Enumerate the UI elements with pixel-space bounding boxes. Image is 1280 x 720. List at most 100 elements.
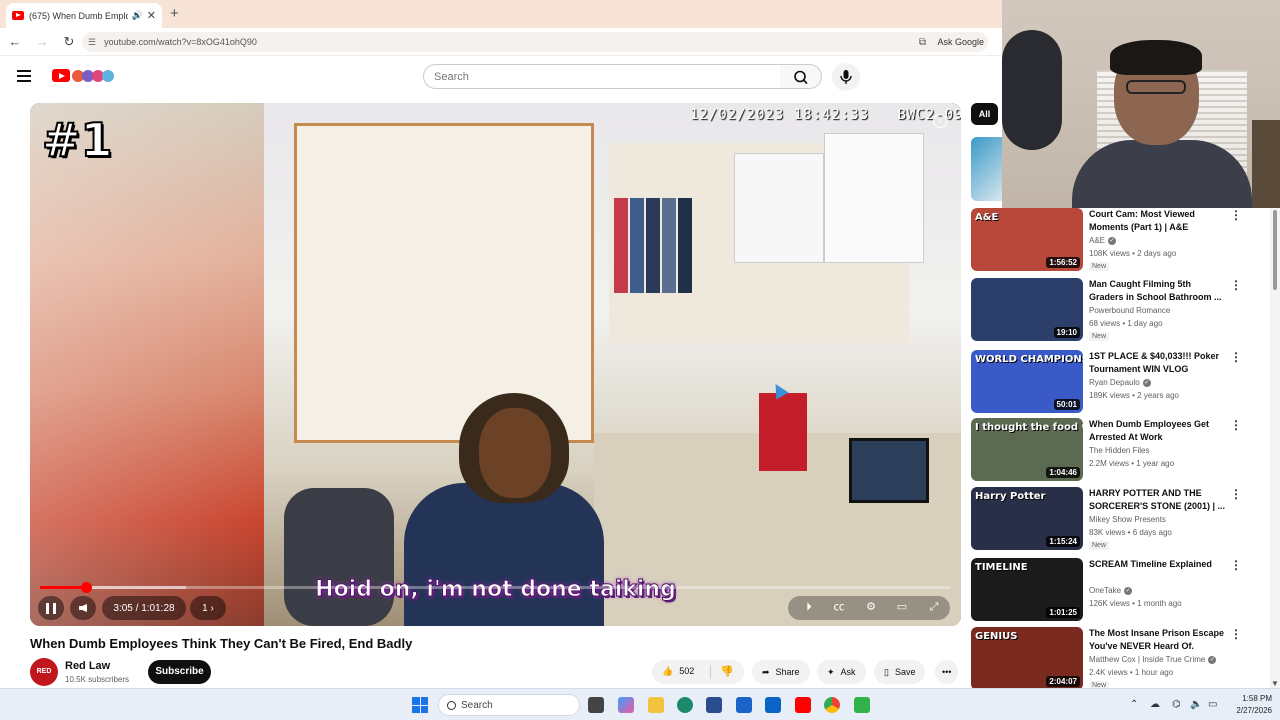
back-arrow-icon[interactable]: ←	[3, 34, 27, 49]
share-button[interactable]: ➦ Share	[752, 660, 810, 684]
like-button[interactable]: 👍 502	[662, 666, 694, 677]
recommendation-title[interactable]: The Most Insane Prison Escape You've NEV…	[1089, 627, 1227, 653]
scrubber-handle[interactable]	[80, 582, 92, 593]
volume-icon	[79, 604, 87, 612]
recommendation-channel[interactable]: A&E ✓	[1089, 236, 1117, 245]
ask-google-button[interactable]: Ask Google	[937, 37, 984, 47]
cast-icon[interactable]: ⧉	[919, 37, 926, 48]
video-thumbnail[interactable]: TIMELINE 1:01:25	[971, 558, 1083, 621]
file-explorer-icon[interactable]	[648, 697, 664, 713]
chrome-icon[interactable]	[824, 697, 840, 713]
scrollbar[interactable]: ▼	[1270, 208, 1280, 688]
recommendation-channel[interactable]: Matthew Cox | Inside True Crime ✓	[1089, 655, 1217, 664]
edge-icon[interactable]	[677, 697, 693, 713]
battery-icon[interactable]: ▭	[1208, 699, 1217, 710]
recommendation-channel[interactable]: Mikey Show Presents	[1089, 515, 1166, 524]
task-view-icon[interactable]	[588, 697, 604, 713]
video-thumbnail[interactable]: A&E 1:56:52	[971, 208, 1083, 271]
taskbar-search[interactable]: Search	[438, 694, 580, 716]
system-clock[interactable]: 1:58 PM 2/27/2026	[1222, 693, 1272, 717]
more-vert-icon[interactable]: ⋮	[1230, 350, 1242, 364]
recommendation-channel[interactable]: OneTake ✓	[1089, 586, 1133, 595]
video-thumbnail[interactable]: 19:10	[971, 278, 1083, 341]
recommendation-title[interactable]: HARRY POTTER AND THE SORCERER'S STONE (2…	[1089, 487, 1227, 513]
site-info-icon[interactable]: ☰	[88, 37, 96, 48]
more-vert-icon[interactable]: ⋮	[1230, 418, 1242, 432]
chip-all[interactable]: All	[971, 103, 998, 125]
theater-mode-icon[interactable]: ▭	[894, 600, 910, 614]
info-icon[interactable]: i	[933, 114, 947, 128]
channel-name[interactable]: Red Law	[65, 660, 110, 672]
share-icon: ➦	[762, 666, 770, 677]
progress-bar[interactable]	[40, 582, 951, 593]
video-thumbnail[interactable]: WORLD CHAMPIONSHIP 50:01	[971, 350, 1083, 413]
recommendation-title[interactable]: Court Cam: Most Viewed Moments (Part 1) …	[1089, 208, 1227, 234]
forward-arrow-icon[interactable]: →	[30, 34, 54, 49]
search-input[interactable]: Search	[423, 64, 781, 89]
recommendation-item[interactable]: TIMELINE 1:01:25 SCREAM Timeline Explained…	[971, 558, 1251, 622]
video-thumbnail[interactable]: I thought the food was free 1:04:46	[971, 418, 1083, 481]
recommendation-channel[interactable]: The Hidden Files	[1089, 446, 1149, 455]
copilot-icon[interactable]	[618, 697, 634, 713]
recommendation-channel[interactable]: Ryan Depaulo ✓	[1089, 378, 1151, 387]
new-badge: New	[1089, 332, 1110, 341]
thumbs-down-icon[interactable]: 👎	[720, 665, 734, 678]
autoplay-toggle-icon[interactable]: ⏵	[801, 600, 817, 614]
new-tab-button[interactable]: +	[170, 5, 179, 22]
more-vert-icon[interactable]: ⋮	[1230, 558, 1242, 572]
recommendation-title[interactable]: SCREAM Timeline Explained	[1089, 558, 1227, 571]
recommendation-item[interactable]: I thought the food was free 1:04:46 When D…	[971, 418, 1251, 482]
reload-icon[interactable]: ↻	[57, 34, 81, 50]
volume-icon[interactable]: 🔈	[1190, 699, 1202, 710]
recommendation-title[interactable]: When Dumb Employees Get Arrested At Work	[1089, 418, 1227, 444]
settings-gear-icon[interactable]: ⚙	[863, 600, 879, 614]
fullscreen-icon[interactable]: ⤢	[926, 600, 942, 614]
partial-thumbnail[interactable]	[971, 137, 1002, 201]
chapter-button[interactable]: 1 ›	[190, 596, 226, 620]
captions-icon[interactable]: ㏄	[831, 600, 847, 614]
share-label: Share	[775, 667, 800, 677]
video-thumbnail[interactable]: GENIUS 2:04:07	[971, 627, 1083, 690]
recommendation-item[interactable]: WORLD CHAMPIONSHIP 50:01 1ST PLACE & $40,0…	[971, 350, 1251, 414]
menu-icon[interactable]	[17, 70, 31, 85]
recommendation-item[interactable]: 19:10 Man Caught Filming 5th Graders in S…	[971, 278, 1251, 342]
network-icon[interactable]: ⌬	[1172, 699, 1181, 710]
save-button[interactable]: ▯ Save	[874, 660, 926, 684]
app-icon-green[interactable]	[854, 697, 870, 713]
outlook-icon[interactable]	[765, 697, 781, 713]
recommendation-item[interactable]: A&E 1:56:52 Court Cam: Most Viewed Moments…	[971, 208, 1251, 272]
scroll-down-arrow-icon[interactable]: ▼	[1271, 679, 1279, 688]
subscribe-button[interactable]: Subscribe	[148, 660, 211, 684]
speaker-icon[interactable]: 🔊	[132, 10, 143, 21]
recommendation-item[interactable]: GENIUS 2:04:07 The Most Insane Prison Esca…	[971, 627, 1251, 691]
cloud-icon[interactable]: ☁	[1150, 699, 1160, 710]
voice-search-button[interactable]	[832, 63, 860, 91]
chevron-up-icon[interactable]: ⌃	[1130, 699, 1138, 710]
more-vert-icon[interactable]: ⋮	[1230, 208, 1242, 222]
recommendation-title[interactable]: 1ST PLACE & $40,033!!! Poker Tournament …	[1089, 350, 1227, 376]
youtube-app-icon[interactable]	[795, 697, 811, 713]
youtube-logo[interactable]	[52, 68, 114, 84]
store-icon[interactable]	[706, 697, 722, 713]
scrollbar-thumb[interactable]	[1273, 210, 1277, 290]
search-button[interactable]	[780, 64, 822, 89]
recommendation-item[interactable]: Harry Potter 1:15:24 HARRY POTTER AND THE …	[971, 487, 1251, 551]
video-player[interactable]: #1 12/02/2023 18:42:33 BWC2-098417 i Hoi…	[30, 103, 961, 626]
ask-button[interactable]: ✦ Ask	[817, 660, 866, 684]
more-vert-icon[interactable]: ⋮	[1230, 627, 1242, 641]
recommendation-channel[interactable]: Powerbound Romance	[1089, 306, 1170, 315]
more-vert-icon[interactable]: ⋮	[1230, 278, 1242, 292]
browser-tab[interactable]: (675) When Dumb Employe 🔊 ✕	[6, 3, 162, 28]
mute-button[interactable]	[70, 596, 96, 620]
recommendation-title[interactable]: Man Caught Filming 5th Graders in School…	[1089, 278, 1227, 304]
windows-start-icon[interactable]	[412, 697, 428, 713]
video-thumbnail[interactable]: Harry Potter 1:15:24	[971, 487, 1083, 550]
app-icon[interactable]	[736, 697, 752, 713]
pause-button[interactable]	[38, 596, 64, 620]
channel-avatar[interactable]: RED LAW	[30, 658, 58, 703]
more-vert-icon[interactable]: ⋮	[1230, 487, 1242, 501]
recommendation-meta: 189K views • 2 years ago	[1089, 391, 1179, 400]
more-actions-button[interactable]: •••	[935, 660, 959, 684]
address-bar[interactable]: ☰ youtube.com/watch?v=8xOG41ohQ90 ⧉ Ask …	[82, 32, 988, 52]
close-tab-icon[interactable]: ✕	[147, 9, 156, 22]
